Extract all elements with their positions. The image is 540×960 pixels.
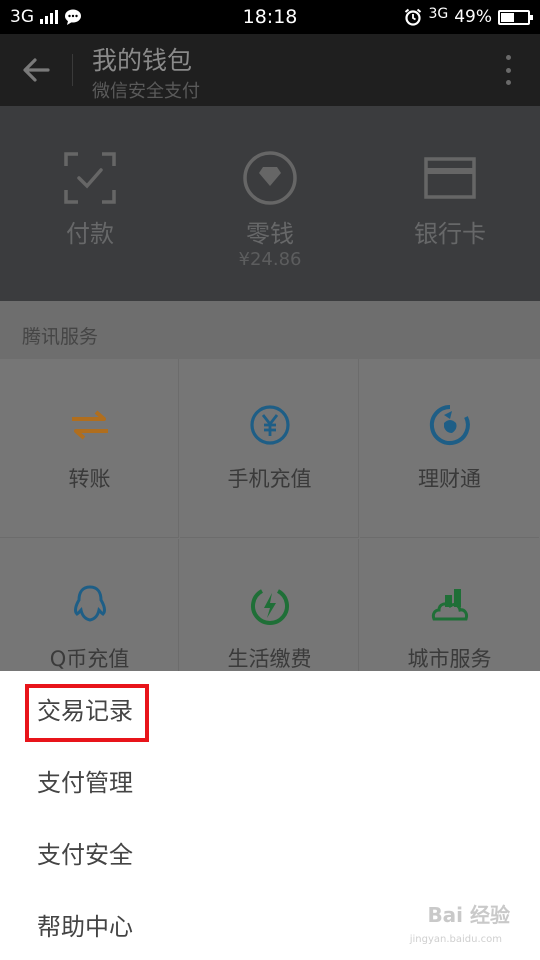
- arrow-left-icon: [23, 58, 50, 82]
- menu-item-label: 帮助中心: [37, 913, 133, 941]
- menu-item-label: 支付安全: [37, 841, 133, 869]
- menu-item-payment-security[interactable]: 支付安全: [0, 815, 540, 887]
- status-right: 3G 49%: [404, 6, 533, 27]
- section-title: 腾讯服务: [22, 326, 99, 348]
- wallet-pay-label: 付款: [66, 220, 114, 248]
- wallet-bank-card-label: 银行卡: [414, 220, 486, 248]
- wallet-pay[interactable]: 付款: [0, 106, 180, 301]
- service-transfer[interactable]: 转账: [0, 359, 179, 538]
- title-divider: [72, 54, 73, 86]
- qq-penguin-icon: [74, 585, 106, 622]
- licaitong-icon: [429, 404, 470, 445]
- page-subtitle: 微信安全支付: [92, 81, 200, 102]
- more-options-button[interactable]: [498, 52, 518, 88]
- wallet-change-label: 零钱: [246, 220, 294, 248]
- menu-item-transaction-records[interactable]: 交易记录: [0, 671, 540, 743]
- page-title: 我的钱包: [92, 46, 193, 75]
- diamond-coin-icon: [243, 151, 297, 205]
- alarm-icon: [405, 8, 422, 26]
- service-label: 转账: [68, 467, 111, 491]
- more-vertical-icon: [505, 55, 511, 60]
- title-bar: 我的钱包 微信安全支付: [0, 34, 540, 106]
- service-label: 生活缴费: [227, 647, 312, 671]
- service-licaitong[interactable]: 理财通: [360, 359, 539, 538]
- status-bar: 3G 18:18 3G 49%: [0, 0, 540, 34]
- wallet-change-balance: ¥24.86: [238, 249, 302, 270]
- services-grid: 转账 手机充值 理财通 Q币充值 生活缴费 城市服务: [0, 359, 540, 718]
- service-label: Q币充值: [49, 647, 130, 671]
- wallet-bank-card[interactable]: 银行卡: [360, 106, 540, 301]
- service-label: 城市服务: [407, 647, 492, 671]
- menu-item-label: 支付管理: [37, 769, 133, 797]
- scan-pay-icon: [64, 152, 116, 204]
- city-service-icon: [431, 589, 468, 621]
- watermark: Bai 经验: [427, 903, 510, 927]
- yen-circle-icon: [250, 405, 290, 445]
- service-phone-recharge[interactable]: 手机充值: [180, 359, 359, 538]
- wallet-change[interactable]: 零钱 ¥24.86: [180, 106, 360, 301]
- menu-item-label: 交易记录: [37, 697, 133, 725]
- watermark-url: jingyan.baidu.com: [409, 934, 502, 945]
- lightning-icon: [251, 589, 289, 625]
- transfer-icon: [72, 410, 108, 440]
- menu-item-payment-management[interactable]: 支付管理: [0, 743, 540, 815]
- section-header: 腾讯服务: [0, 301, 540, 359]
- battery-icon: [498, 9, 533, 25]
- wallet-panel: 付款 零钱 ¥24.86 银行卡: [0, 106, 540, 301]
- network-type-right: 3G: [428, 6, 449, 22]
- back-button[interactable]: [18, 52, 56, 88]
- battery-percent: 49%: [454, 7, 492, 27]
- service-label: 手机充值: [227, 467, 312, 491]
- bank-card-icon: [424, 157, 476, 199]
- service-label: 理财通: [418, 467, 481, 491]
